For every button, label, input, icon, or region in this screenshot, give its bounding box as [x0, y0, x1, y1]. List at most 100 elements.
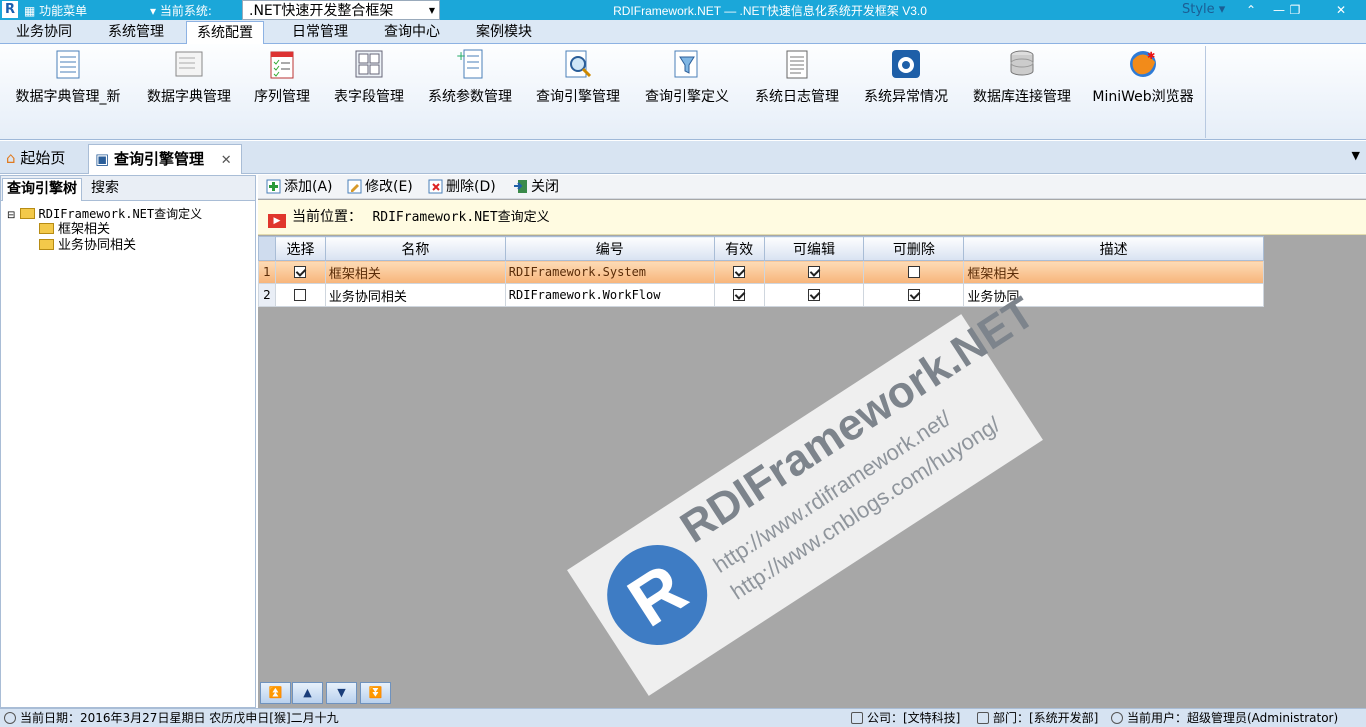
cell-name[interactable]: 框架相关 — [324, 260, 506, 284]
ribbon-button-miniweb[interactable]: ✱ MiniWeb浏览器 — [1090, 48, 1196, 112]
department-icon — [977, 712, 989, 724]
dropdown-arrow-icon: ▾ — [150, 4, 160, 18]
list-table-icon — [56, 50, 80, 79]
tree-node-root[interactable]: ⊟ RDIFramework.NET查询定义 — [7, 206, 202, 222]
column-header-select[interactable]: 选择 — [274, 236, 326, 261]
exit-icon — [514, 180, 527, 193]
ribbon-button-system-log[interactable]: 系统日志管理 — [751, 48, 843, 112]
status-department: 部门：[系统开发部] — [977, 709, 1098, 727]
status-bar: 当前日期：2016年3月27日星期日 农历戊申日[猴]二月十九 公司：[文特科技… — [0, 708, 1366, 727]
editable-checkbox[interactable] — [763, 260, 865, 284]
up-arrow-icon: ▲ — [303, 686, 312, 699]
ribbon-button-parameters[interactable]: + 系统参数管理 — [424, 48, 516, 112]
doc-tab-query-engine[interactable]: ▣ 查询引擎管理 ✕ — [88, 144, 242, 174]
last-record-button[interactable]: ⏬ — [360, 682, 391, 704]
ribbon-panel: 数据字典管理_新 数据字典管理 序列管理 表字段管理 + 系统参数管理 查询引擎… — [0, 44, 1366, 140]
ribbon-button-sequence[interactable]: 序列管理 — [250, 48, 314, 112]
close-window-button[interactable]: ✕ — [1326, 0, 1356, 20]
tree-node-business[interactable]: 业务协同相关 — [7, 238, 202, 254]
ribbon-tab-examples[interactable]: 案例模块 — [466, 21, 542, 44]
delete-button[interactable]: 删除(D) — [428, 178, 496, 196]
checklist-icon — [270, 51, 294, 79]
checkbox-checked-icon — [808, 289, 821, 301]
double-up-arrow-icon: ⏫ — [268, 686, 283, 699]
document-tabs: ⌂ 起始页 ▣ 查询引擎管理 ✕ ▼ — [0, 141, 1366, 174]
valid-checkbox[interactable] — [713, 283, 765, 307]
cell-code[interactable]: RDIFramework.WorkFlow — [504, 283, 715, 307]
column-header-name[interactable]: 名称 — [324, 236, 506, 261]
cell-description[interactable]: 框架相关 — [963, 260, 1264, 284]
grid-header: 选择 名称 编号 有效 可编辑 可删除 描述 — [258, 236, 1264, 261]
ribbon-minimize-button[interactable]: ⌃ — [1236, 0, 1266, 20]
select-checkbox[interactable] — [274, 283, 326, 307]
style-menu-button[interactable]: Style ▾ — [1182, 2, 1225, 17]
row-number: 1 — [258, 260, 276, 284]
ribbon-button-query-engine[interactable]: 查询引擎管理 — [532, 48, 624, 112]
status-user: 当前用户：超级管理员(Administrator) — [1111, 709, 1338, 727]
cell-code[interactable]: RDIFramework.System — [504, 260, 715, 284]
column-header-code[interactable]: 编号 — [504, 236, 715, 261]
add-button[interactable]: 添加(A) — [266, 178, 333, 196]
next-record-button[interactable]: ▼ — [326, 682, 357, 704]
delete-icon — [428, 179, 443, 194]
folder-icon — [39, 223, 54, 234]
query-engine-tree: ⊟ RDIFramework.NET查询定义 框架相关 业务协同相关 — [7, 206, 202, 254]
editable-checkbox[interactable] — [763, 283, 865, 307]
column-header-deletable[interactable]: 可删除 — [863, 236, 965, 261]
ribbon-tab-daily[interactable]: 日常管理 — [282, 21, 358, 44]
ribbon-button-db-connection[interactable]: 数据库连接管理 — [969, 48, 1075, 112]
main-content: 添加(A) 修改(E) 删除(D) 关闭 ▶ 当前位置： RDIFramework… — [258, 175, 1366, 708]
ribbon-button-dict-new[interactable]: 数据字典管理_新 — [8, 48, 128, 112]
close-tab-icon[interactable]: ✕ — [221, 153, 232, 168]
previous-record-button[interactable]: ▲ — [292, 682, 323, 704]
status-date: 当前日期：2016年3月27日星期日 农历戊申日[猴]二月十九 — [4, 709, 339, 727]
current-system-select[interactable]: .NET快速开发整合框架 ▼ — [242, 0, 440, 20]
collapse-icon[interactable]: ⊟ — [7, 210, 15, 221]
company-icon — [851, 712, 863, 724]
filter-icon — [674, 50, 698, 78]
checkbox-checked-icon — [907, 289, 920, 301]
ribbon-button-dict[interactable]: 数据字典管理 — [144, 48, 234, 112]
select-checkbox[interactable] — [274, 260, 326, 284]
valid-checkbox[interactable] — [713, 260, 765, 284]
table-row[interactable]: 1 框架相关 RDIFramework.System 框架相关 — [258, 260, 1264, 284]
tab-query-engine-tree[interactable]: 查询引擎树 — [2, 178, 82, 201]
ribbon-button-table-fields[interactable]: 表字段管理 — [330, 48, 408, 112]
deletable-checkbox[interactable] — [863, 260, 965, 284]
tree-node-framework[interactable]: 框架相关 — [7, 222, 202, 238]
ribbon-tab-system-management[interactable]: 系统管理 — [98, 21, 174, 44]
cell-name[interactable]: 业务协同相关 — [324, 283, 506, 307]
checkbox-unchecked-icon — [294, 289, 307, 301]
column-header-description[interactable]: 描述 — [963, 236, 1264, 261]
ribbon-button-query-definition[interactable]: 查询引擎定义 — [641, 48, 733, 112]
edit-button[interactable]: 修改(E) — [347, 178, 413, 196]
tab-list-dropdown-icon[interactable]: ▼ — [1352, 149, 1360, 162]
tab-search[interactable]: 搜索 — [87, 178, 123, 201]
ribbon-tab-query-center[interactable]: 查询中心 — [374, 21, 450, 44]
row-indicator-header — [258, 236, 276, 261]
close-button[interactable]: 关闭 — [513, 178, 559, 196]
title-bar: R ▦ 功能菜单 ▾ 当前系统: .NET快速开发整合框架 ▼ RDIFramew… — [0, 0, 1366, 20]
function-menu-button[interactable]: ▦ 功能菜单 — [24, 2, 87, 18]
status-company: 公司：[文特科技] — [851, 709, 960, 727]
table-row[interactable]: 2 业务协同相关 RDIFramework.WorkFlow 业务协同 — [258, 283, 1264, 307]
record-navigation: ⏫ ▲ ▼ ⏬ — [258, 680, 1366, 708]
ribbon-tab-business[interactable]: 业务协同 — [6, 21, 82, 44]
svg-text:+: + — [456, 49, 466, 63]
cell-description[interactable]: 业务协同 — [963, 283, 1264, 307]
ribbon-tab-system-config[interactable]: 系统配置 — [186, 21, 264, 45]
column-header-editable[interactable]: 可编辑 — [763, 236, 865, 261]
window-title: RDIFramework.NET — .NET快速信息化系统开发框架 V3.0 — [613, 4, 927, 18]
toolbar: 添加(A) 修改(E) 删除(D) 关闭 — [258, 175, 1366, 199]
edit-icon — [347, 179, 362, 194]
restore-button[interactable]: ❐ — [1280, 0, 1310, 20]
deletable-checkbox[interactable] — [863, 283, 965, 307]
location-arrow-icon: ▶ — [268, 214, 286, 228]
doc-tab-start-page[interactable]: ⌂ 起始页 — [0, 144, 82, 174]
log-icon — [786, 50, 808, 79]
first-record-button[interactable]: ⏫ — [260, 682, 291, 704]
add-icon — [266, 179, 281, 194]
checkbox-checked-icon — [294, 266, 307, 278]
column-header-valid[interactable]: 有效 — [713, 236, 765, 261]
ribbon-button-exceptions[interactable]: 系统异常情况 — [860, 48, 952, 112]
